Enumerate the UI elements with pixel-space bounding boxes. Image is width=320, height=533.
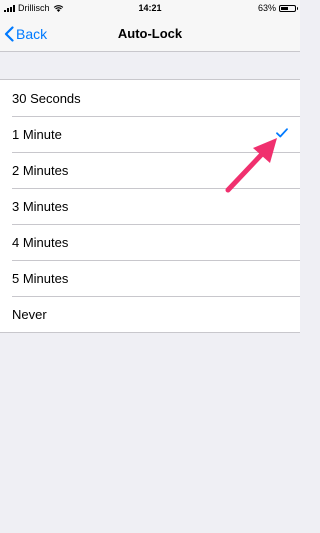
auto-lock-options-list: 30 Seconds 1 Minute 2 Minutes 3 Minutes … [0, 79, 300, 333]
battery-fill [281, 6, 289, 10]
option-30-seconds[interactable]: 30 Seconds [0, 80, 300, 116]
battery-icon [279, 4, 298, 12]
option-3-minutes[interactable]: 3 Minutes [0, 188, 300, 224]
status-time: 14:21 [138, 3, 162, 13]
option-label: 4 Minutes [12, 234, 69, 250]
option-never[interactable]: Never [0, 296, 300, 332]
page-title: Auto-Lock [117, 26, 183, 41]
option-2-minutes[interactable]: 2 Minutes [0, 152, 300, 188]
option-1-minute[interactable]: 1 Minute [0, 116, 300, 152]
status-right: 63% [257, 3, 298, 13]
option-label: Never [12, 306, 47, 322]
option-label: 30 Seconds [12, 90, 81, 106]
option-label: 1 Minute [12, 126, 62, 142]
option-label: 5 Minutes [12, 270, 69, 286]
option-5-minutes[interactable]: 5 Minutes [0, 260, 300, 296]
nav-bar: Back Auto-Lock [0, 16, 300, 52]
battery-percent: 63% [257, 3, 276, 13]
option-label: 2 Minutes [12, 162, 69, 178]
option-4-minutes[interactable]: 4 Minutes [0, 224, 300, 260]
checkmark-icon [276, 128, 288, 138]
status-bar: Drillisch 14:21 63% [0, 0, 300, 16]
option-label: 3 Minutes [12, 198, 69, 214]
